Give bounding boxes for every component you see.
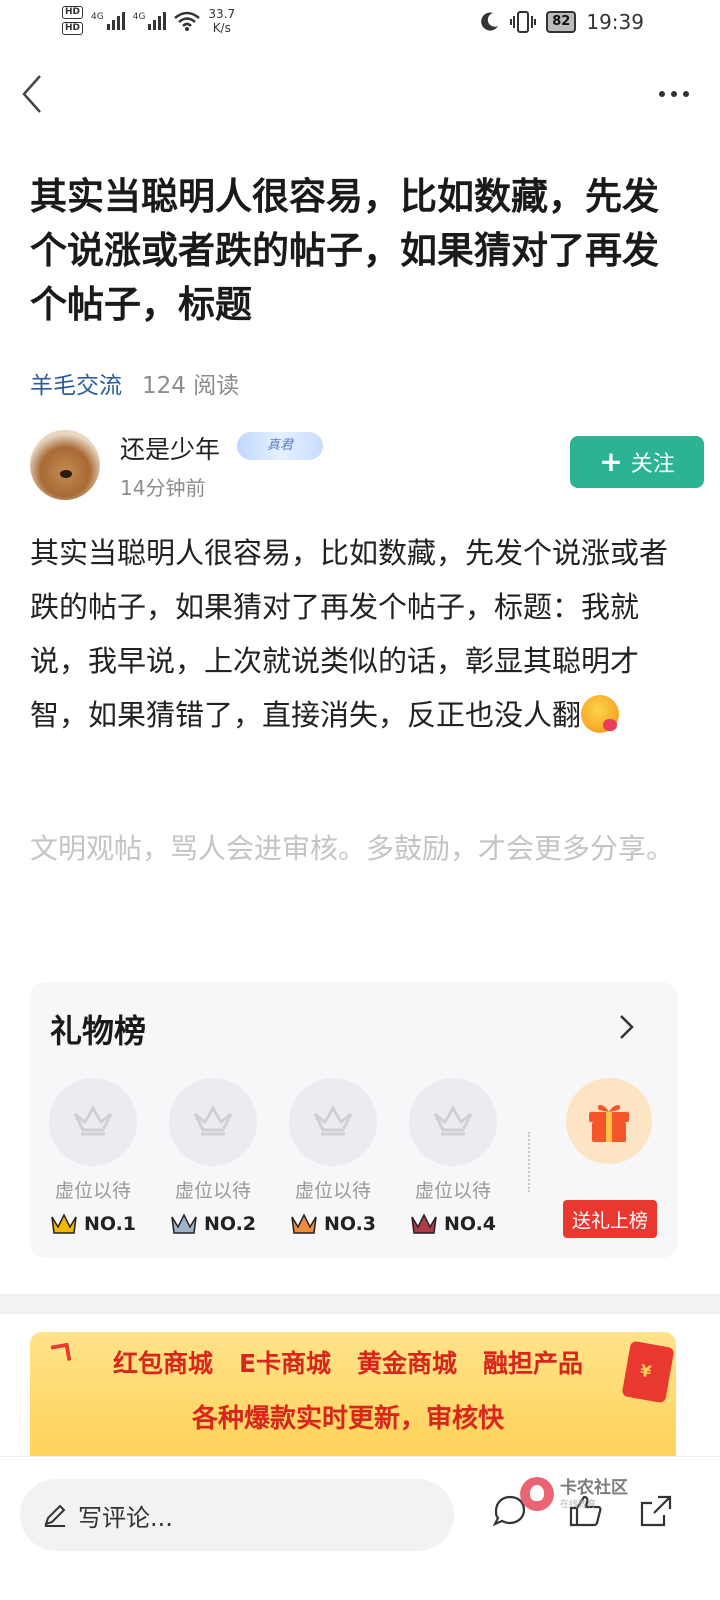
slot-rank: NO.4 — [408, 1213, 498, 1235]
chevron-right-icon[interactable] — [614, 1012, 638, 1042]
promo-banner[interactable]: 红包商城 E卡商城 黄金商城 融担产品 各种爆款实时更新，审核快 — [30, 1332, 676, 1456]
banner-item: 红包商城 — [112, 1349, 213, 1378]
slot-label: 虚位以待 — [54, 1180, 131, 1202]
rank-label: NO.1 — [83, 1213, 137, 1235]
network-speed: 33.7 K/s — [208, 7, 235, 35]
hd-badge-1: HD — [62, 6, 84, 19]
more-dot-icon — [683, 91, 689, 97]
empty-slot-avatar — [409, 1078, 497, 1166]
signal-icon-2: 4G — [132, 11, 167, 30]
crown-icon — [51, 1213, 77, 1234]
speed-value: 33.7 — [208, 6, 236, 21]
signal-icon-1: 4G — [91, 11, 125, 30]
network-type-1: 4G — [91, 11, 104, 22]
empty-slot-avatar — [169, 1078, 257, 1166]
empty-slot-avatar — [289, 1078, 377, 1166]
red-envelope-icon — [621, 1340, 675, 1404]
rank-label: NO.3 — [323, 1213, 377, 1235]
crown-outline-icon — [433, 1104, 473, 1136]
status-right: 82 19:39 — [478, 10, 644, 34]
plus-icon: + — [599, 445, 623, 478]
network-type-2: 4G — [132, 11, 146, 22]
banner-item: E卡商城 — [238, 1349, 332, 1378]
read-count: 124 阅读 — [142, 373, 240, 399]
gift-board[interactable]: 礼物榜 虚位以待 NO.1 虚位以待 NO.2 虚位以待 NO.3 虚位以待 N… — [30, 982, 678, 1258]
author-name[interactable]: 还是少年 — [120, 430, 220, 466]
crown-icon — [291, 1213, 317, 1234]
watermark: 卡农社区 在线教育 — [520, 1477, 628, 1511]
status-left: HD HD 4G 4G 33.7 K/s — [62, 6, 235, 35]
battery-indicator: 82 — [546, 11, 577, 33]
post-meta: 羊毛交流 124 阅读 — [30, 366, 239, 400]
comment-input[interactable]: 写评论... — [20, 1479, 454, 1551]
post-title: 其实当聪明人很容易，比如数藏，先发个说涨或者跌的帖子，如果猜对了再发个帖子，标题 — [30, 175, 659, 326]
follow-button[interactable]: + 关注 — [570, 436, 704, 488]
slot-rank: NO.2 — [168, 1213, 258, 1235]
crown-outline-icon — [73, 1104, 113, 1136]
hd-indicators: HD HD — [62, 6, 84, 35]
slot-rank: NO.3 — [288, 1213, 378, 1235]
rank-label: NO.4 — [443, 1213, 497, 1235]
crown-outline-icon — [193, 1104, 233, 1136]
speed-unit: K/s — [212, 20, 231, 35]
slot-label: 虚位以待 — [294, 1180, 371, 1202]
section-separator — [0, 1294, 720, 1314]
more-dot-icon — [659, 91, 665, 97]
nav-bar — [0, 62, 720, 126]
watermark-text: 卡农社区 — [560, 1477, 628, 1498]
watermark-text-block: 卡农社区 在线教育 — [560, 1479, 628, 1510]
clock: 19:39 — [586, 10, 644, 34]
watermark-subtext: 在线教育 — [560, 1499, 597, 1510]
gift-slot[interactable]: 虚位以待 NO.4 — [408, 1078, 498, 1235]
empty-slot-avatar — [49, 1078, 137, 1166]
post-body-text: 其实当聪明人很容易，比如数藏，先发个说涨或者跌的帖子，如果猜对了再发个帖子，标题… — [30, 536, 669, 732]
wifi-icon — [174, 11, 201, 31]
back-button[interactable] — [14, 72, 54, 116]
gift-slot[interactable]: 虚位以待 NO.2 — [168, 1078, 258, 1235]
banner-item: 融担产品 — [483, 1349, 584, 1378]
moon-icon — [481, 12, 499, 31]
hd-badge-2: HD — [62, 22, 84, 35]
more-button[interactable] — [654, 82, 694, 106]
follow-label: 关注 — [630, 452, 675, 477]
crown-icon — [171, 1213, 197, 1234]
watermark-logo-icon — [520, 1477, 554, 1511]
send-gift-button[interactable]: 送礼上榜 — [563, 1200, 657, 1238]
slot-rank: NO.1 — [48, 1213, 138, 1235]
category-link[interactable]: 羊毛交流 — [30, 366, 122, 400]
chevron-left-icon — [22, 75, 41, 113]
banner-subtitle: 各种爆款实时更新，审核快 — [191, 1404, 504, 1434]
gift-slot[interactable]: 虚位以待 NO.3 — [288, 1078, 378, 1235]
post-body: 其实当聪明人很容易，比如数藏，先发个说涨或者跌的帖子，如果猜对了再发个帖子，标题… — [30, 526, 680, 742]
author-badge: 真君 — [237, 432, 323, 460]
post-time: 14分钟前 — [120, 476, 206, 500]
bottom-bar: 写评论... 卡农社区 在线教育 — [0, 1456, 720, 1600]
emoji-icon — [581, 695, 620, 733]
gift-slot[interactable]: 虚位以待 NO.1 — [48, 1078, 138, 1235]
comment-placeholder: 写评论... — [78, 1503, 173, 1532]
slot-label: 虚位以待 — [174, 1180, 251, 1202]
vibrate-icon — [510, 11, 537, 33]
gift-box-button[interactable] — [566, 1078, 652, 1164]
share-icon[interactable] — [636, 1491, 676, 1531]
gift-icon — [589, 1105, 629, 1142]
author-row: 还是少年 真君 14分钟前 + 关注 — [30, 430, 704, 510]
banner-item: 黄金商城 — [357, 1349, 458, 1378]
banner-items: 红包商城 E卡商城 黄金商城 融担产品 — [30, 1344, 676, 1380]
avatar[interactable] — [30, 430, 100, 500]
community-notice: 文明观帖，骂人会进审核。多鼓励，才会更多分享。 — [30, 832, 675, 865]
gift-board-title: 礼物榜 — [50, 1012, 147, 1050]
rank-label: NO.2 — [203, 1213, 257, 1235]
crown-outline-icon — [313, 1104, 353, 1136]
more-dot-icon — [671, 91, 677, 97]
crown-icon — [411, 1213, 437, 1234]
status-bar: HD HD 4G 4G 33.7 K/s 82 19:39 — [0, 0, 720, 48]
divider — [528, 1132, 530, 1192]
pen-icon — [44, 1504, 66, 1527]
slot-label: 虚位以待 — [414, 1180, 491, 1202]
